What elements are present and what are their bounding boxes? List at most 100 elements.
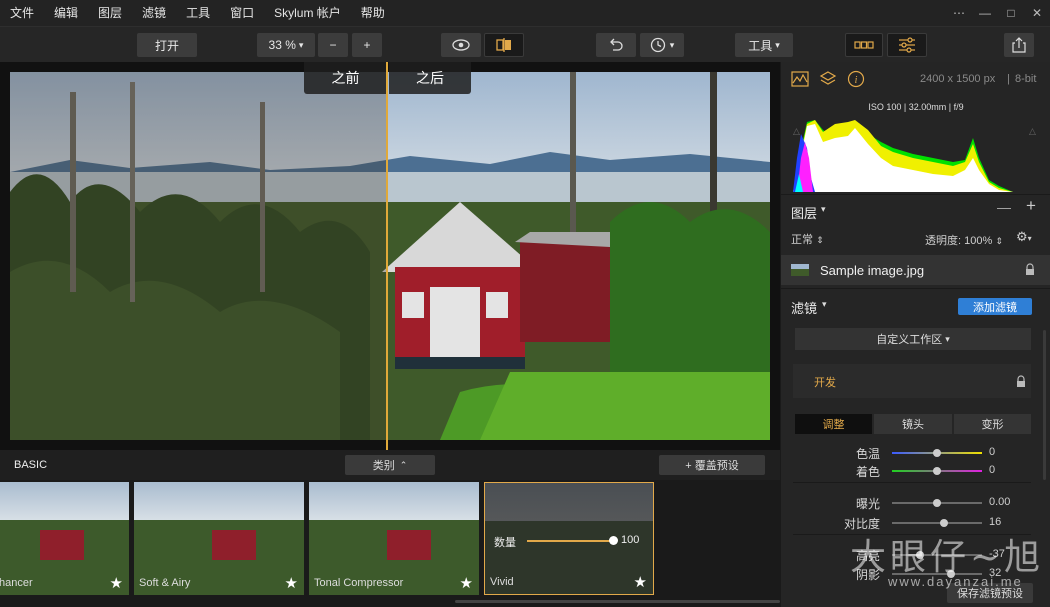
menu-file[interactable]: 文件 [0, 0, 44, 26]
menu-skylum-account[interactable]: Skylum 帐户 [264, 0, 351, 26]
sliders-icon [899, 37, 915, 53]
layer-row[interactable]: Sample image.jpg [781, 255, 1050, 285]
filters-title[interactable]: 滤镜 [791, 298, 817, 317]
workspace-dropdown[interactable]: 自定义工作区 ▾ [795, 328, 1031, 350]
lock-icon[interactable] [1025, 263, 1035, 276]
remove-layer-button[interactable]: — [997, 199, 1011, 215]
open-button[interactable]: 打开 [137, 33, 197, 57]
menu-filters[interactable]: 滤镜 [132, 0, 176, 26]
minimize-icon[interactable]: — [978, 6, 992, 20]
bit-depth: 8-bit [1015, 73, 1037, 85]
maximize-icon[interactable]: □ [1004, 6, 1018, 20]
slider-label: 色温 [855, 447, 880, 461]
slider-knob[interactable] [940, 519, 949, 527]
add-layer-button[interactable]: + [1026, 196, 1036, 216]
chevron-up-icon: ⌃ [399, 459, 408, 470]
preset-card-selected[interactable]: 数量 100 Vivid ★ [484, 482, 654, 595]
slider-knob[interactable] [933, 467, 941, 475]
chevron-down-icon: ▾ [945, 333, 950, 344]
zoom-out-button[interactable]: − [318, 33, 348, 57]
slider-knob[interactable] [933, 449, 941, 457]
panel-scrollbar[interactable] [1043, 330, 1046, 480]
presets-header: BASIC 类别 ⌃ + 覆盖预设 [0, 450, 780, 480]
layers-title[interactable]: 图层 [791, 203, 817, 222]
layer-thumbnail [791, 264, 809, 276]
presets-toggle-button[interactable] [845, 33, 883, 57]
tab-transform[interactable]: 变形 [954, 414, 1031, 434]
amount-slider[interactable] [527, 540, 613, 542]
right-panel: i 2400 x 1500 px | 8-bit ISO 100 | 32.00… [780, 62, 1050, 607]
share-icon [1012, 37, 1026, 53]
up-down-icon: ⇕ [816, 235, 824, 245]
highlight-clipping-icon[interactable]: △ [1029, 126, 1036, 137]
presets-strip: hancer ★ Soft & Airy ★ Tonal Compressor … [0, 480, 780, 607]
divider [781, 288, 1050, 289]
chevron-down-icon: ▾ [669, 39, 675, 50]
zoom-label: 33 % [268, 38, 296, 52]
blend-mode-select[interactable]: 正常 ⇕ [791, 231, 824, 247]
preview-button[interactable] [441, 33, 481, 57]
preset-card[interactable]: Tonal Compressor ★ [309, 482, 479, 595]
preset-thumb-sky [309, 482, 479, 520]
star-icon[interactable]: ★ [460, 574, 473, 592]
add-filter-button[interactable]: 添加滤镜 [958, 298, 1032, 315]
histogram [793, 120, 1013, 192]
tab-adjust[interactable]: 调整 [795, 414, 872, 434]
preset-card[interactable]: hancer ★ [0, 482, 129, 595]
presets-scrollbar[interactable] [455, 600, 780, 603]
star-icon[interactable]: ★ [110, 574, 123, 592]
layers-icon[interactable] [819, 70, 837, 88]
clock-icon [650, 37, 665, 53]
zoom-in-button[interactable]: + [352, 33, 382, 57]
preset-thumb-sky [485, 483, 653, 521]
star-icon[interactable]: ★ [634, 573, 647, 591]
svg-text:i: i [855, 75, 858, 86]
compare-button[interactable] [484, 33, 524, 57]
tab-lens[interactable]: 镜头 [874, 414, 952, 434]
slider-knob[interactable] [933, 499, 941, 507]
menu-help[interactable]: 帮助 [351, 0, 395, 26]
history-button[interactable]: ▾ [640, 33, 684, 57]
menu-layers[interactable]: 图层 [88, 0, 132, 26]
menu-bar: 文件 编辑 图层 滤镜 工具 窗口 Skylum 帐户 帮助 ⋯ — □ ✕ [0, 0, 1050, 26]
info-icon[interactable]: i [847, 70, 865, 88]
slider-value: 0 [989, 446, 996, 458]
image-canvas[interactable]: 之前 之后 [0, 62, 780, 450]
slider-label: 着色 [855, 465, 880, 479]
menu-window[interactable]: 窗口 [220, 0, 264, 26]
split-view-icon [496, 38, 511, 52]
preset-name: hancer [0, 577, 33, 589]
chevron-down-icon[interactable]: ▾ [821, 204, 826, 215]
share-button[interactable] [1004, 33, 1034, 57]
opacity-control[interactable]: 透明度: 100% ⇕ [925, 232, 1003, 248]
develop-filter-header[interactable]: 开发 [793, 364, 1031, 398]
split-divider-handle[interactable] [386, 62, 388, 450]
category-label: 类别 [372, 460, 395, 472]
amount-value: 100 [621, 534, 640, 546]
menu-edit[interactable]: 编辑 [44, 0, 88, 26]
more-icon[interactable]: ⋯ [952, 6, 966, 20]
chevron-down-icon[interactable]: ▾ [822, 299, 827, 310]
preset-card[interactable]: Soft & Airy ★ [134, 482, 304, 595]
tools-dropdown[interactable]: 工具 ▾ [735, 33, 793, 57]
preset-thumb-house [212, 530, 256, 560]
lock-icon[interactable] [1016, 375, 1026, 388]
amount-slider-knob[interactable] [609, 536, 618, 545]
menu-tools[interactable]: 工具 [176, 0, 220, 26]
undo-button[interactable] [596, 33, 636, 57]
preset-name: Soft & Airy [139, 577, 191, 589]
slider-track[interactable] [892, 522, 982, 524]
shadow-clipping-icon[interactable]: △ [793, 126, 800, 137]
slider-value: 0 [989, 464, 996, 476]
window-controls: ⋯ — □ ✕ [952, 0, 1044, 26]
star-icon[interactable]: ★ [285, 574, 298, 592]
image-dimensions: 2400 x 1500 px [920, 73, 996, 85]
close-icon[interactable]: ✕ [1030, 6, 1044, 20]
exif-info: ISO 100 | 32.00mm | f/9 [868, 102, 964, 112]
override-preset-button[interactable]: + 覆盖预设 [659, 455, 765, 475]
histogram-icon[interactable] [791, 71, 809, 87]
zoom-dropdown[interactable]: 33 % ▾ [257, 33, 315, 57]
gear-icon[interactable]: ⚙▾ [1016, 229, 1032, 245]
adjustments-toggle-button[interactable] [887, 33, 927, 57]
category-button[interactable]: 类别 ⌃ [345, 455, 435, 475]
